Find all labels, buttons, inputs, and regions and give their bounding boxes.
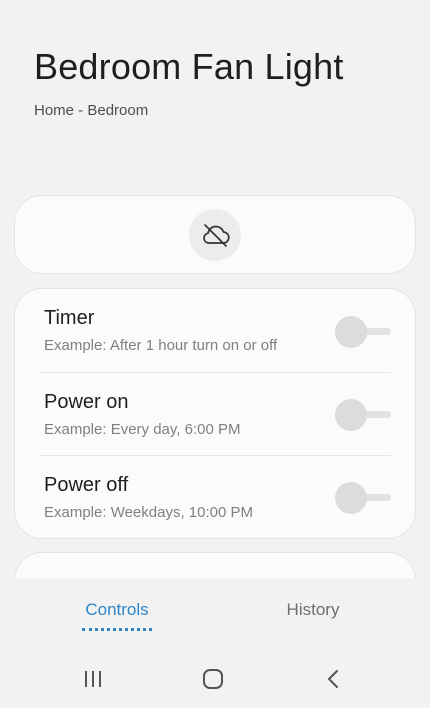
recent-apps-icon (85, 671, 101, 687)
schedule-title: Power off (44, 473, 129, 496)
schedule-example: Example: Every day, 6:00 PM (44, 420, 241, 438)
tab-bar: Controls History (0, 600, 430, 634)
schedule-row-power-off[interactable]: Power off Example: Weekdays, 10:00 PM (39, 455, 391, 538)
cloud-off-icon (203, 223, 230, 247)
cloud-status-button[interactable] (189, 208, 241, 261)
page-title: Bedroom Fan Light (34, 46, 344, 87)
toggle-thumb (335, 315, 367, 348)
tab-controls[interactable]: Controls (82, 600, 152, 620)
toggle-thumb (335, 482, 367, 514)
toggle-thumb (335, 399, 367, 431)
header: Bedroom Fan Light Home - Bedroom (34, 46, 410, 119)
schedule-example: Example: After 1 hour turn on or off (44, 337, 278, 354)
schedule-card: Timer Example: After 1 hour turn on or o… (14, 288, 416, 539)
timer-toggle[interactable] (335, 314, 391, 348)
device-location: Home - Bedroom (34, 102, 149, 119)
back-button[interactable] (318, 666, 348, 692)
schedule-row-power-on[interactable]: Power on Example: Every day, 6:00 PM (39, 372, 391, 455)
active-tab-indicator (82, 628, 152, 631)
back-icon (328, 670, 338, 688)
home-button[interactable] (198, 666, 228, 692)
power-on-toggle[interactable] (335, 397, 391, 431)
schedule-title: Power on (44, 390, 129, 413)
schedule-row-timer[interactable]: Timer Example: After 1 hour turn on or o… (39, 289, 391, 372)
schedule-title: Timer (44, 307, 95, 329)
power-off-toggle[interactable] (335, 480, 391, 514)
tab-history[interactable]: History (280, 600, 346, 620)
home-icon (203, 669, 223, 689)
system-nav-bar (0, 650, 430, 708)
schedule-example: Example: Weekdays, 10:00 PM (44, 503, 253, 521)
connection-status-card (14, 195, 416, 274)
recent-apps-button[interactable] (78, 666, 108, 692)
